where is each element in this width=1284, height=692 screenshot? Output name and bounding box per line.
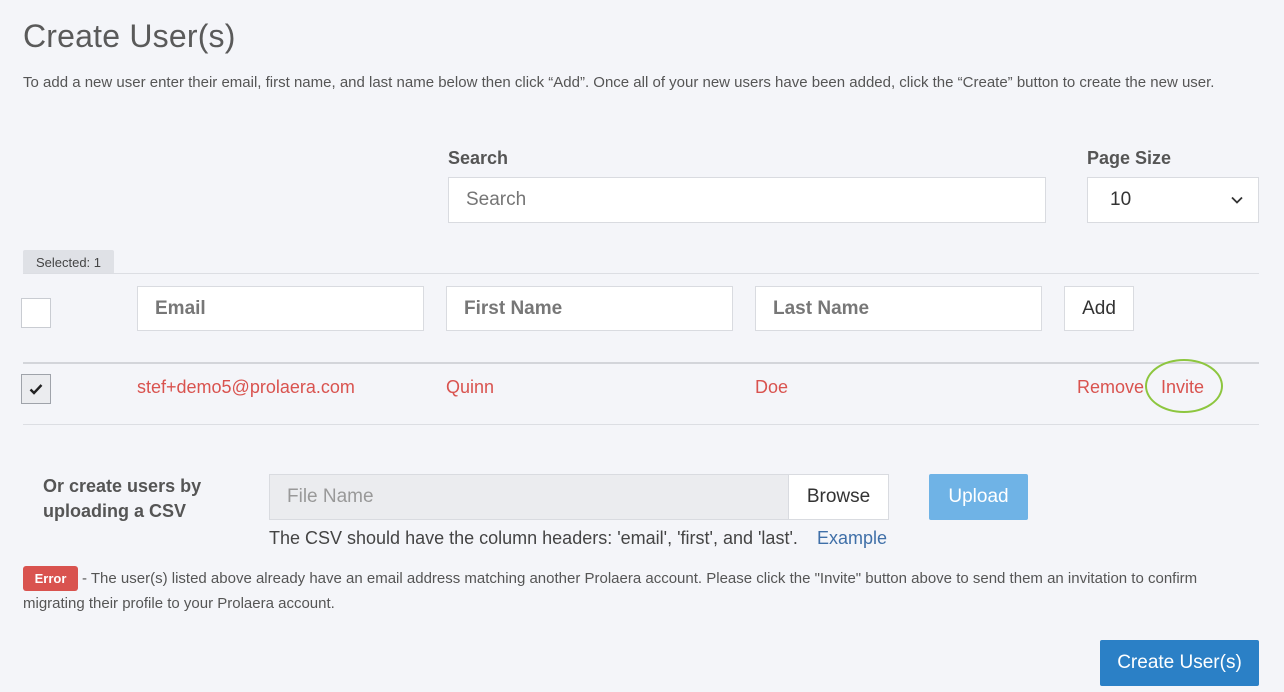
upload-button[interactable]: Upload	[929, 474, 1028, 520]
search-input[interactable]	[448, 177, 1046, 223]
table-bottom-divider	[23, 424, 1259, 425]
email-field[interactable]: Email	[137, 286, 424, 331]
invite-highlight-circle	[1145, 359, 1223, 413]
checkmark-icon	[29, 384, 43, 395]
example-link[interactable]: Example	[817, 528, 887, 549]
page-size-value: 10	[1110, 189, 1132, 210]
remove-link[interactable]: Remove	[1077, 377, 1144, 398]
user-last-name: Doe	[755, 377, 789, 397]
selected-count-badge: Selected: 1	[23, 250, 114, 274]
user-email: stef+demo5@prolaera.com	[137, 377, 355, 397]
csv-upload-label: Or create users by uploading a CSV	[43, 476, 202, 521]
page-size-select[interactable]: 10	[1087, 177, 1259, 223]
table-header-divider	[23, 362, 1259, 364]
select-all-checkbox[interactable]	[21, 298, 51, 328]
page-instructions: To add a new user enter their email, fir…	[23, 74, 1215, 91]
browse-button[interactable]: Browse	[788, 474, 889, 520]
page-size-label: Page Size	[1087, 148, 1172, 168]
error-message: - The user(s) listed above already have …	[23, 570, 1198, 612]
last-name-field[interactable]: Last Name	[755, 286, 1042, 331]
page-title: Create User(s)	[23, 18, 236, 54]
add-button[interactable]: Add	[1064, 286, 1134, 331]
csv-help-text: The CSV should have the column headers: …	[269, 528, 798, 548]
row-checkbox[interactable]	[21, 374, 51, 404]
chevron-down-icon	[1231, 196, 1243, 204]
file-name-field[interactable]: File Name	[269, 474, 789, 520]
table-top-divider	[23, 273, 1259, 274]
search-label: Search	[448, 148, 509, 168]
user-first-name: Quinn	[446, 377, 495, 397]
first-name-field[interactable]: First Name	[446, 286, 733, 331]
create-users-button[interactable]: Create User(s)	[1100, 640, 1259, 686]
